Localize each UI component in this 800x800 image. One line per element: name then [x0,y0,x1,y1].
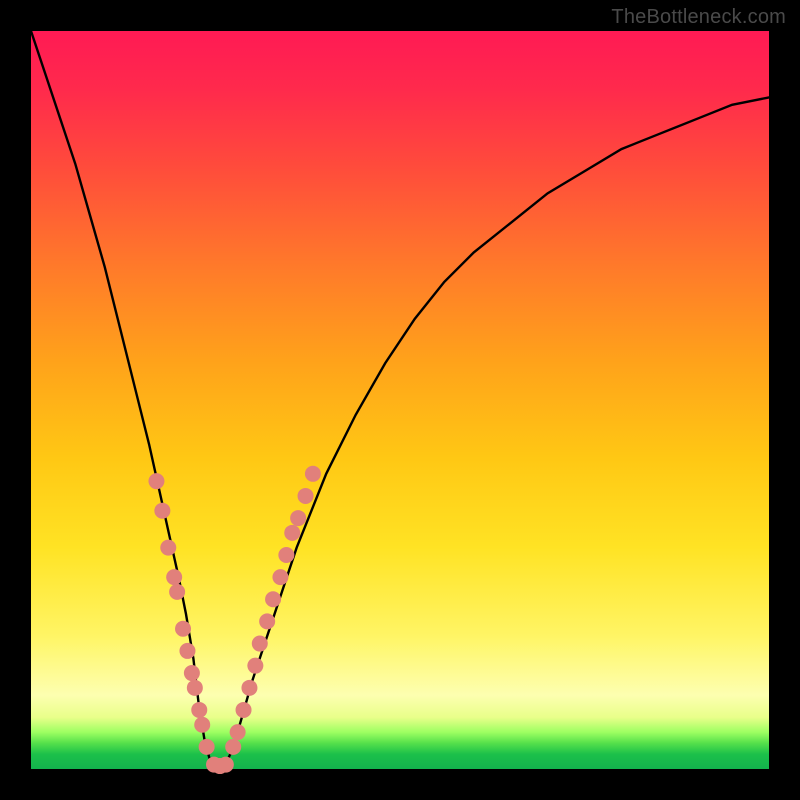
curve-marker [272,569,288,585]
curve-marker [278,547,294,563]
curve-marker [298,488,314,504]
curve-marker [259,613,275,629]
curve-marker [166,569,182,585]
curve-marker [252,636,268,652]
curve-marker [191,702,207,718]
curve-marker [230,724,246,740]
curve-marker [148,473,164,489]
curve-marker [236,702,252,718]
curve-marker [187,680,203,696]
curve-marker [179,643,195,659]
curve-markers [148,466,320,774]
curve-marker [175,621,191,637]
curve-marker [284,525,300,541]
curve-marker [218,757,234,773]
curve-marker [160,540,176,556]
chart-frame: TheBottleneck.com [0,0,800,800]
plot-area [31,31,769,769]
curve-marker [305,466,321,482]
curve-marker [184,665,200,681]
watermark-text: TheBottleneck.com [611,6,786,29]
curve-marker [154,503,170,519]
curve-marker [199,739,215,755]
curve-marker [265,591,281,607]
curve-marker [194,717,210,733]
curve-marker [247,658,263,674]
curve-marker [225,739,241,755]
curve-marker [169,584,185,600]
curve-marker [241,680,257,696]
curve-marker [290,510,306,526]
bottleneck-curve [31,31,769,769]
curve-line [31,31,769,769]
